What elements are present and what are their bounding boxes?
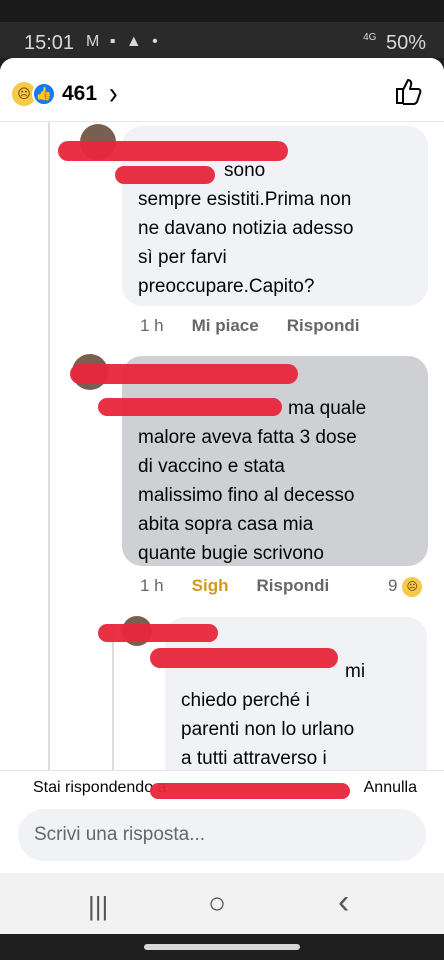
comment-reaction-count[interactable]: 9 ☹ bbox=[388, 576, 423, 597]
comment-bubble: ma quale malore aveva fatta 3 dose di va… bbox=[122, 356, 428, 566]
replying-to-label: Stai rispondendo a bbox=[33, 779, 167, 796]
sigh-reaction-button[interactable]: Sigh bbox=[192, 576, 229, 596]
home-button[interactable]: ○ bbox=[208, 887, 226, 921]
redaction-mark bbox=[98, 398, 282, 416]
thread-line bbox=[48, 122, 50, 822]
comments-sheet: ☹ 👍 461 › sono sempre esistiti.Prima non… bbox=[0, 58, 444, 873]
recent-apps-button[interactable]: ||| bbox=[88, 891, 108, 922]
redaction-mark bbox=[150, 783, 350, 799]
sad-reaction-icon: ☹ bbox=[402, 576, 423, 597]
cancel-reply-button[interactable]: Annulla bbox=[364, 779, 417, 797]
redaction-mark bbox=[150, 648, 338, 668]
comment-actions: 1 h Mi piace Rispondi bbox=[140, 316, 359, 336]
redaction-mark bbox=[115, 166, 215, 184]
gesture-bar[interactable] bbox=[144, 944, 300, 950]
like-button-icon[interactable] bbox=[394, 76, 424, 106]
reaction-summary[interactable]: ☹ 👍 461 › bbox=[12, 75, 118, 112]
status-time: 15:01 bbox=[24, 32, 75, 54]
reaction-count-value: 9 bbox=[388, 576, 398, 595]
comment-actions: 1 h Sigh Rispondi bbox=[140, 576, 329, 596]
reaction-count: 461 bbox=[62, 81, 98, 105]
back-button[interactable]: ‹ bbox=[338, 883, 349, 922]
chevron-right-icon[interactable]: › bbox=[109, 75, 118, 112]
comment-time: 1 h bbox=[140, 576, 164, 595]
reply-composer: Stai rispondendo a Annulla Scrivi una ri… bbox=[0, 770, 444, 873]
comment-time: 1 h bbox=[140, 316, 164, 335]
comment-text: mi chiedo perché i parenti non lo urlano… bbox=[181, 661, 366, 769]
sheet-header: ☹ 👍 461 › bbox=[0, 58, 444, 122]
notification-icons: M ▪ ▲ • bbox=[86, 33, 161, 50]
reply-input[interactable]: Scrivi una risposta... bbox=[18, 809, 426, 861]
reply-button[interactable]: Rispondi bbox=[287, 316, 360, 336]
battery-level: 50% bbox=[385, 32, 426, 54]
status-bar: 15:01 M ▪ ▲ • 4G 50% bbox=[0, 0, 444, 58]
network-icon: 4G bbox=[363, 32, 377, 43]
comment-text: ma quale malore aveva fatta 3 dose di va… bbox=[138, 398, 367, 564]
like-reaction-icon: 👍 bbox=[32, 81, 56, 106]
redaction-mark bbox=[58, 141, 288, 161]
status-top-strip bbox=[0, 0, 444, 22]
reply-button[interactable]: Rispondi bbox=[256, 576, 329, 596]
like-comment-button[interactable]: Mi piace bbox=[192, 316, 259, 336]
redaction-mark bbox=[70, 364, 298, 384]
redaction-mark bbox=[98, 624, 218, 642]
status-right: 4G 50% bbox=[363, 32, 426, 55]
